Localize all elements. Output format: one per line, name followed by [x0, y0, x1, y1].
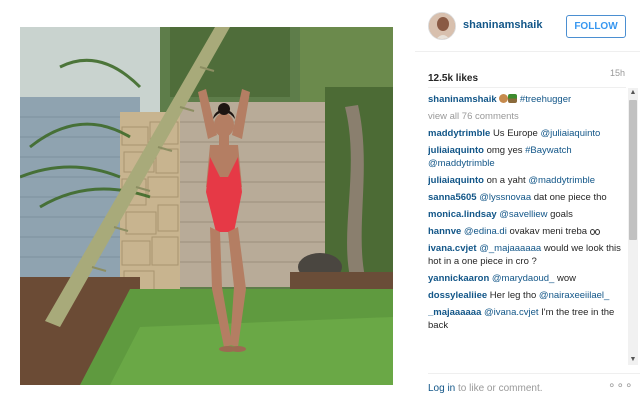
comment-text: Her leg tho	[489, 290, 537, 301]
comment-author[interactable]: monica.lindsay	[428, 209, 497, 220]
comment-author[interactable]: hannve	[428, 226, 461, 237]
scroll-up-arrow-icon[interactable]: ▲	[628, 88, 638, 98]
login-prompt: Log in to like or comment.	[428, 383, 543, 394]
divider	[428, 87, 626, 88]
post-time[interactable]: 15h	[610, 68, 625, 78]
post-footer: Log in to like or comment. ∘∘∘	[428, 373, 640, 403]
comment-item: dossylealiiee Her leg tho @nairaxeeiilae…	[428, 289, 628, 302]
comment-mention[interactable]: @_majaaaaaa	[479, 243, 541, 254]
eyes-emoji-icon	[594, 229, 600, 235]
comment-text: wow	[557, 273, 577, 284]
caption: shaninamshaik #treehugger	[428, 93, 628, 106]
comment-text: dat one piece tho	[533, 192, 607, 203]
comment-mention[interactable]: @ivana.cvjet	[484, 307, 539, 318]
caption-author[interactable]: shaninamshaik	[428, 94, 497, 105]
comment-author[interactable]: yannickaaron	[428, 273, 489, 284]
caption-hashtag[interactable]: #treehugger	[520, 94, 571, 105]
comment-item: _majaaaaaa @ivana.cvjet I'm the tree in …	[428, 306, 628, 332]
comment-mention[interactable]: @maddytrimble	[428, 158, 495, 169]
comment-mention[interactable]: @lyssnovaa	[479, 192, 531, 203]
post-photo[interactable]	[20, 27, 393, 385]
scroll-down-arrow-icon[interactable]: ▼	[628, 355, 638, 365]
comment-item: juliaiaquinto on a yaht @maddytrimble	[428, 174, 628, 187]
scrollbar-thumb[interactable]	[629, 100, 637, 240]
comment-author[interactable]: _majaaaaaa	[428, 307, 481, 318]
photo-illustration	[20, 27, 393, 385]
comment-text: ovakav meni treba	[509, 226, 588, 237]
comment-author[interactable]: ivana.cvjet	[428, 243, 477, 254]
comment-item: ivana.cvjet @_majaaaaaa would we look th…	[428, 242, 628, 268]
likes-count[interactable]: 12.5k likes	[428, 73, 478, 84]
comment-text: Us Europe	[492, 128, 538, 139]
likes-row: 12.5k likes 15h	[428, 68, 628, 84]
comment-item: hannve @edina.di ovakav meni treba	[428, 225, 628, 238]
post-header: shaninamshaik FOLLOW	[415, 0, 640, 52]
comment-author[interactable]: juliaiaquinto	[428, 175, 484, 186]
post-details-panel: shaninamshaik FOLLOW 12.5k likes 15h sha…	[415, 0, 640, 410]
more-options-icon[interactable]: ∘∘∘	[608, 378, 634, 392]
username-link[interactable]: shaninamshaik	[463, 19, 542, 31]
comment-item: monica.lindsay @savelliew goals	[428, 208, 628, 221]
view-all-comments-link[interactable]: view all 76 comments	[428, 110, 628, 123]
comment-mention[interactable]: @marydaoud_	[492, 273, 554, 284]
comment-mention[interactable]: @edina.di	[464, 226, 507, 237]
comment-mention[interactable]: @savelliew	[499, 209, 547, 220]
monkey-emoji-icon	[499, 94, 509, 103]
comments-scrollbar[interactable]: ▲ ▼	[628, 88, 638, 365]
palm-tree-emoji-icon	[508, 94, 518, 103]
eyes-emoji-icon	[589, 229, 595, 235]
comment-item: maddytrimble Us Europe @juliaiaquinto	[428, 127, 628, 140]
avatar[interactable]	[428, 12, 456, 40]
comment-item: sanna5605 @lyssnovaa dat one piece tho	[428, 191, 628, 204]
comment-text: omg yes	[486, 145, 523, 156]
comment-item: juliaiaquinto omg yes #Baywatch @maddytr…	[428, 144, 628, 170]
login-link[interactable]: Log in	[428, 383, 455, 394]
comment-author[interactable]: juliaiaquinto	[428, 145, 484, 156]
comment-hashtag[interactable]: #Baywatch	[525, 145, 571, 156]
comments-list: shaninamshaik #treehugger view all 76 co…	[428, 93, 628, 363]
comment-text: goals	[550, 209, 573, 220]
comment-mention[interactable]: @juliaiaquinto	[540, 128, 600, 139]
comment-author[interactable]: maddytrimble	[428, 128, 490, 139]
login-prompt-text: to like or comment.	[458, 383, 543, 394]
comment-item: yannickaaron @marydaoud_ wow	[428, 272, 628, 285]
comment-author[interactable]: dossylealiiee	[428, 290, 487, 301]
comment-text: on a yaht	[486, 175, 526, 186]
comment-mention[interactable]: @nairaxeeiilael_	[539, 290, 609, 301]
follow-button[interactable]: FOLLOW	[566, 15, 626, 38]
comment-author[interactable]: sanna5605	[428, 192, 477, 203]
comment-mention[interactable]: @maddytrimble	[528, 175, 595, 186]
